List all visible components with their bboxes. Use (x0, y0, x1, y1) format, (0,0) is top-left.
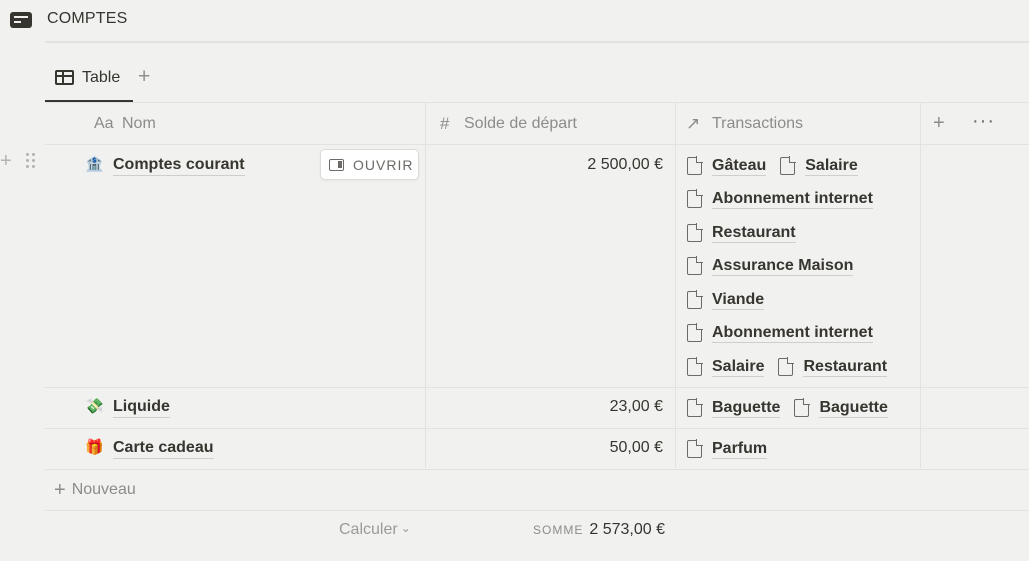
relation-item[interactable]: Abonnement internet (685, 321, 873, 345)
relation-item[interactable]: Viande (685, 288, 765, 312)
add-property-plus-icon[interactable]: + (933, 112, 945, 135)
relation-item[interactable]: Restaurant (776, 355, 888, 379)
page-icon (687, 357, 703, 376)
page-icon (780, 156, 797, 175)
column-header-solde[interactable]: # Solde de départ (425, 103, 675, 145)
open-button-label: OUVRIR (353, 157, 414, 173)
page-icon (687, 439, 703, 458)
relation-label: Parfum (712, 440, 768, 459)
sum-label: SOMME (533, 523, 584, 537)
relation-item[interactable]: Gâteau (685, 154, 767, 178)
relation-item[interactable]: Restaurant (685, 221, 796, 245)
page-icon (687, 323, 703, 342)
relation-line: Baguette Baguette (685, 396, 900, 420)
database-header: COMPTES (0, 0, 1029, 42)
relation-label: Salaire (712, 358, 765, 377)
relation-item[interactable]: Parfum (685, 437, 768, 461)
column-header-transactions[interactable]: ↗ Transactions (675, 103, 920, 145)
view-tabs: Table + (45, 62, 1029, 103)
more-options-icon[interactable]: ··· (972, 110, 995, 133)
relation-label: Abonnement internet (712, 324, 873, 343)
drag-handle-icon[interactable] (26, 153, 36, 171)
relation-label: Baguette (712, 399, 781, 418)
side-peek-icon (329, 159, 344, 171)
amount-cell[interactable]: 50,00 € (610, 439, 663, 457)
table-row[interactable]: 🎁 Carte cadeau 50,00 € Parfum (45, 428, 1029, 469)
relation-line: Viande (685, 288, 776, 312)
relation-label: Abonnement internet (712, 190, 873, 209)
relation-line: Assurance Maison (685, 254, 865, 278)
page-icon (687, 156, 703, 175)
tab-table[interactable]: Table (45, 62, 133, 102)
row-title[interactable]: Carte cadeau (113, 439, 214, 459)
database-icon (10, 12, 32, 28)
relation-item[interactable]: Salaire (685, 355, 765, 379)
table-icon (55, 70, 74, 85)
table-row[interactable]: 🏦 Comptes courant 2 500,00 € Gâteau Salai… (45, 145, 1029, 387)
column-label-nom: Nom (122, 115, 156, 132)
new-row-label: Nouveau (71, 481, 136, 498)
relation-label: Baguette (819, 399, 888, 418)
page-icon (778, 357, 795, 376)
page-icon (687, 398, 703, 417)
page-icon (687, 256, 703, 275)
page-icon (687, 290, 703, 309)
plus-icon: + (54, 479, 66, 501)
tab-label: Table (82, 69, 121, 86)
calculate-dropdown[interactable]: Calculer ⌄ (339, 521, 411, 539)
relation-item[interactable]: Baguette (792, 396, 888, 420)
new-row-button[interactable]: + Nouveau (54, 479, 136, 502)
page-icon (687, 189, 703, 208)
relation-line: Parfum (685, 437, 779, 461)
row-title[interactable]: Comptes courant (113, 156, 245, 176)
page-icon (687, 223, 703, 242)
new-row-divider (45, 510, 1029, 511)
relation-item[interactable]: Salaire (778, 154, 858, 178)
relation-label: Gâteau (712, 157, 767, 176)
bank-icon: 🏦 (85, 156, 104, 173)
header-divider (45, 41, 1029, 43)
calculate-label: Calculer (339, 521, 398, 538)
column-header-nom[interactable]: Aa Nom (45, 103, 425, 145)
database-title[interactable]: COMPTES (47, 10, 128, 28)
relation-line: Gâteau Salaire (685, 154, 870, 178)
table-row[interactable]: 💸 Liquide 23,00 € Baguette Baguette (45, 387, 1029, 428)
add-row-plus-icon[interactable]: + (0, 150, 12, 173)
relation-arrow-icon: ↗ (686, 114, 701, 133)
amount-cell[interactable]: 2 500,00 € (587, 156, 663, 174)
open-page-button[interactable]: OUVRIR (320, 149, 419, 180)
relation-label: Restaurant (712, 224, 796, 243)
relation-item[interactable]: Assurance Maison (685, 254, 854, 278)
relation-label: Assurance Maison (712, 257, 854, 276)
amount-cell[interactable]: 23,00 € (610, 398, 663, 416)
relation-line: Salaire Restaurant (685, 355, 899, 379)
relation-item[interactable]: Baguette (685, 396, 781, 420)
relation-line: Abonnement internet (685, 187, 885, 211)
relation-label: Restaurant (803, 358, 888, 377)
row-divider (45, 469, 1029, 470)
sum-value: 2 573,00 € (589, 521, 665, 538)
column-label-solde: Solde de départ (464, 115, 577, 132)
money-icon: 💸 (85, 398, 104, 415)
sum-calculation[interactable]: SOMME 2 573,00 € (533, 521, 665, 539)
column-label-transactions: Transactions (712, 115, 803, 132)
relation-label: Viande (712, 291, 765, 310)
row-title[interactable]: Liquide (113, 398, 170, 418)
relation-line: Abonnement internet (685, 321, 885, 345)
relation-label: Salaire (805, 157, 858, 176)
text-type-icon: Aa (94, 115, 114, 132)
page: COMPTES Table + Aa Nom # Solde de départ… (0, 0, 1029, 561)
gift-icon: 🎁 (85, 439, 104, 456)
add-view-plus-icon[interactable]: + (138, 66, 150, 88)
page-icon (794, 398, 811, 417)
relation-item[interactable]: Abonnement internet (685, 187, 873, 211)
chevron-down-icon: ⌄ (400, 521, 411, 535)
relation-line: Restaurant (685, 221, 808, 245)
number-type-icon: # (440, 114, 450, 133)
